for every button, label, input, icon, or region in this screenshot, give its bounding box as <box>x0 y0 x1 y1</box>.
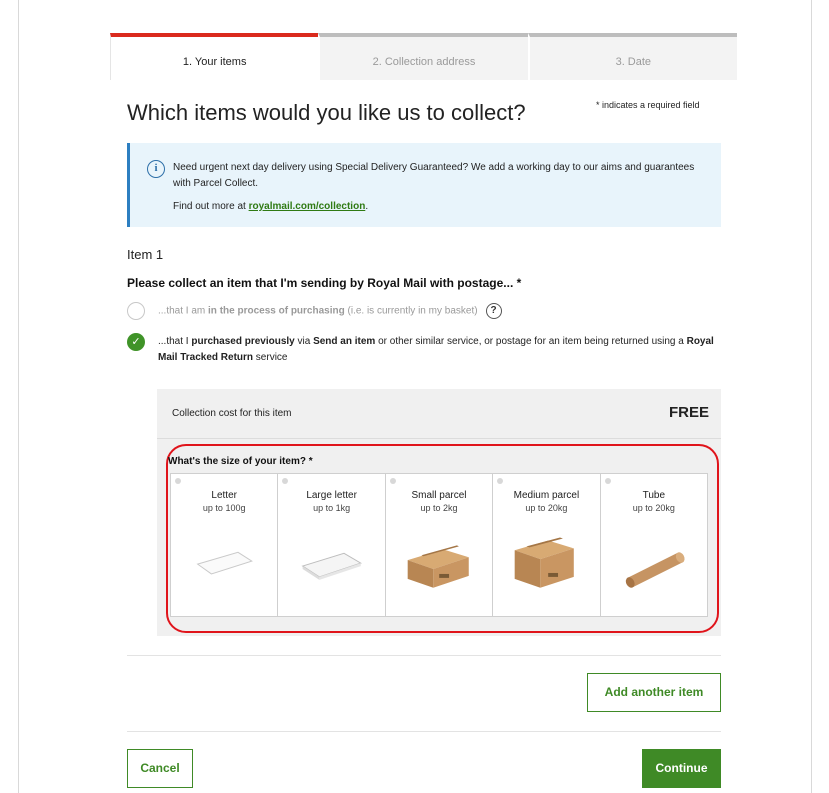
radio-dot <box>497 478 504 484</box>
size-limit: up to 20kg <box>632 503 675 513</box>
tube-icon <box>625 552 685 588</box>
step-collection-address: 2. Collection address <box>318 33 528 80</box>
page-border-left <box>18 0 19 793</box>
divider <box>157 438 721 439</box>
info-more-suffix: . <box>365 201 369 212</box>
option-in-basket-text: ...that I am in the process of purchasin… <box>158 303 502 320</box>
radio-dot <box>175 478 181 484</box>
required-field-note: * indicates a required field <box>596 100 700 110</box>
collection-link[interactable]: royalmail.com/collection <box>249 201 366 212</box>
size-question: What's the size of your item? * <box>168 456 313 467</box>
cost-value: FREE <box>668 404 709 421</box>
option-text: via <box>294 336 314 347</box>
size-option-small-parcel[interactable]: Small parcel up to 2kg <box>386 474 494 616</box>
help-icon[interactable]: ? <box>485 303 502 319</box>
divider <box>127 655 721 656</box>
add-another-item-button[interactable]: Add another item <box>587 673 721 712</box>
option-text: ...that I am <box>158 305 209 317</box>
size-option-tube[interactable]: Tube up to 20kg <box>601 474 707 616</box>
size-limit: up to 2kg <box>420 503 458 513</box>
option-text: or other similar service, or postage for… <box>375 336 687 347</box>
letter-icon <box>196 551 253 575</box>
checkmark-icon[interactable]: ✓ <box>127 333 145 351</box>
size-name: Small parcel <box>411 490 467 501</box>
page-title: Which items would you like us to collect… <box>127 100 526 125</box>
size-option-medium-parcel[interactable]: Medium parcel up to 20kg <box>493 474 601 616</box>
page-border-right <box>811 0 812 793</box>
postage-question: Please collect an item that I'm sending … <box>127 276 522 290</box>
size-limit: up to 20kg <box>525 503 568 513</box>
cost-label: Collection cost for this item <box>172 408 292 419</box>
small-parcel-icon <box>407 545 469 588</box>
radio-dot <box>282 478 289 484</box>
medium-parcel-icon <box>514 537 575 588</box>
radio-dot <box>604 478 611 484</box>
size-limit: up to 100g <box>202 503 246 513</box>
option-text: (i.e. is currently in my basket) <box>344 305 478 317</box>
size-option-large-letter[interactable]: Large letter up to 1kg <box>278 474 386 616</box>
radio-unselected[interactable] <box>127 302 145 320</box>
cancel-button[interactable]: Cancel <box>127 749 193 788</box>
info-more-prefix: Find out more at <box>173 201 249 212</box>
size-limit: up to 1kg <box>313 503 351 513</box>
divider <box>127 731 721 732</box>
progress-stepper: 1. Your items 2. Collection address 3. D… <box>110 33 737 80</box>
size-name: Medium parcel <box>513 490 580 501</box>
size-name: Letter <box>211 490 237 501</box>
size-name: Large letter <box>306 490 357 501</box>
large-letter-icon <box>301 552 363 580</box>
size-name: Tube <box>642 490 666 501</box>
info-text: Need urgent next day delivery using Spec… <box>173 162 695 189</box>
option-text-bold: Send an item <box>313 336 376 347</box>
radio-dot <box>389 478 396 484</box>
step-date: 3. Date <box>527 33 737 80</box>
info-banner: i Need urgent next day delivery using Sp… <box>127 143 721 227</box>
info-more-text: Find out more at royalmail.com/collectio… <box>173 201 368 212</box>
info-icon: i <box>147 160 165 178</box>
continue-button[interactable]: Continue <box>642 749 721 788</box>
option-text-bold: purchased previously <box>191 336 295 347</box>
item-label: Item 1 <box>127 247 164 262</box>
option-text: service <box>253 352 288 363</box>
size-option-letter[interactable]: Letter up to 100g <box>171 474 279 616</box>
option-purchased-text: ...that I purchased previously via Send … <box>158 334 728 366</box>
size-options: Letter up to 100g Large letter up to 1kg… <box>170 473 708 617</box>
step-your-items: 1. Your items <box>110 33 319 80</box>
option-text-bold: in the process of purchasing <box>208 305 345 317</box>
option-text: ...that I <box>158 336 192 347</box>
